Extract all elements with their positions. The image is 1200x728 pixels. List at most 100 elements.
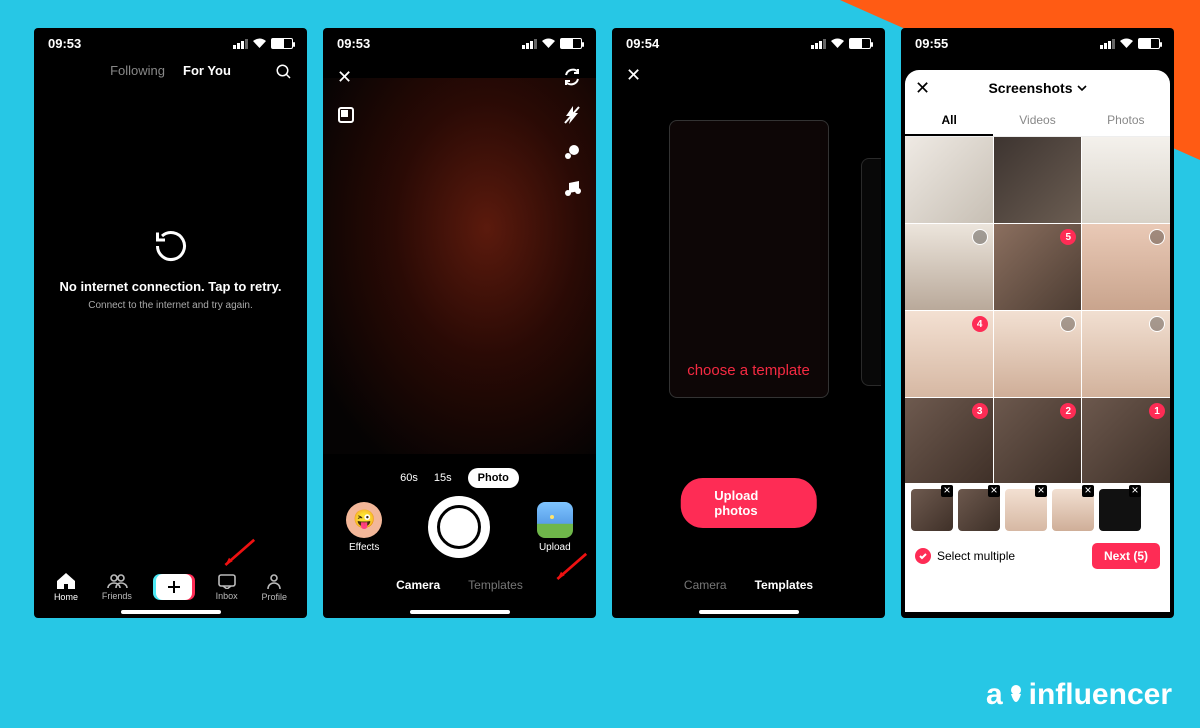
watermark-text: influencer [1029,678,1172,712]
cam-right-col [562,67,582,197]
search-icon[interactable] [275,63,293,84]
music-icon[interactable] [563,179,581,197]
tab-all[interactable]: All [905,106,993,136]
grid-cell[interactable] [905,137,993,223]
retry-block[interactable]: No internet connection. Tap to retry. Co… [34,228,307,311]
selected-chip[interactable] [1099,489,1141,531]
nav-profile[interactable]: Profile [262,572,288,602]
next-button[interactable]: Next (5) [1092,543,1160,569]
selected-chip[interactable] [958,489,1000,531]
grid-cell[interactable] [1082,311,1170,397]
status-icons [233,38,293,49]
selected-chip[interactable] [911,489,953,531]
upload-photos-button[interactable]: Upload photos [680,478,817,528]
cam-left-col: ✕ [337,67,355,124]
effects-label: Effects [349,542,379,553]
grid-cell[interactable]: 3 [905,398,993,483]
dur-60s[interactable]: 60s [400,472,418,484]
flash-icon[interactable] [563,105,581,125]
mode-row: Camera Templates [323,578,596,592]
grid-cell[interactable] [1082,224,1170,310]
dur-photo[interactable]: Photo [468,468,519,488]
nav-home[interactable]: Home [54,572,78,602]
nav-friends[interactable]: Friends [102,573,132,601]
phone-3: 09:54 ✕ choose a template Upload photos … [612,28,885,618]
flip-icon[interactable] [562,67,582,87]
nav-profile-label: Profile [262,592,288,602]
select-circle[interactable] [1060,316,1076,332]
grid-cell[interactable]: 2 [994,398,1082,483]
mode-camera[interactable]: Camera [684,578,727,592]
close-icon[interactable]: ✕ [915,78,930,99]
close-icon[interactable]: ✕ [626,65,641,85]
phone-1: 09:53 Following For You No internet conn… [34,28,307,618]
select-circle[interactable] [1149,229,1165,245]
selected-chip[interactable] [1052,489,1094,531]
grid-cell[interactable] [905,224,993,310]
select-circle[interactable] [1149,316,1165,332]
grid-cell[interactable] [994,311,1082,397]
select-badge[interactable]: 4 [972,316,988,332]
album-title-label: Screenshots [988,80,1072,96]
nav-home-label: Home [54,592,78,602]
selection-footer: Select multiple Next (5) [905,537,1170,571]
signal-icon [522,39,537,49]
album-selector[interactable]: Screenshots [988,80,1086,96]
selected-chip[interactable] [1005,489,1047,531]
retry-icon [153,228,189,264]
select-badge[interactable]: 3 [972,403,988,419]
camera-top-controls: ✕ [323,55,596,209]
battery-icon [1138,38,1160,49]
upload-button[interactable]: Upload [537,502,573,553]
close-icon[interactable]: ✕ [337,67,355,88]
home-indicator [699,610,799,614]
tab-for-you[interactable]: For You [183,63,231,78]
inbox-icon [217,573,237,589]
mode-templates[interactable]: Templates [755,578,813,592]
grid-cell[interactable]: 1 [1082,398,1170,483]
select-badge[interactable]: 1 [1149,403,1165,419]
mode-camera[interactable]: Camera [396,578,440,592]
shutter-button[interactable] [428,496,490,558]
select-badge[interactable]: 5 [1060,229,1076,245]
home-indicator [410,610,510,614]
check-icon [915,548,931,564]
battery-icon [560,38,582,49]
template-preview[interactable]: choose a template [669,120,829,398]
signal-icon [1100,39,1115,49]
status-icons [522,38,582,49]
grid-cell[interactable]: 4 [905,311,993,397]
chevron-down-icon [1077,83,1087,93]
upload-label: Upload [539,542,571,553]
dur-15s[interactable]: 15s [434,472,452,484]
select-badge[interactable]: 2 [1060,403,1076,419]
retry-sub: Connect to the internet and try again. [34,300,307,311]
format-icon[interactable] [337,106,355,124]
photo-grid: 5 4 3 2 1 [905,137,1170,483]
template-next-peek[interactable] [861,158,881,386]
effects-icon: 😜 [346,502,382,538]
home-icon [56,572,76,590]
select-circle[interactable] [972,229,988,245]
tab-videos[interactable]: Videos [993,106,1081,136]
bottom-nav: Home Friends Inbox Profile [34,568,307,608]
nav-inbox[interactable]: Inbox [216,573,238,601]
filters-icon[interactable] [562,143,582,161]
grid-cell[interactable] [1082,137,1170,223]
tab-photos[interactable]: Photos [1082,106,1170,136]
grid-cell[interactable]: 5 [994,224,1082,310]
grid-cell[interactable] [994,137,1082,223]
wifi-icon [830,38,845,49]
wifi-icon [541,38,556,49]
mode-templates[interactable]: Templates [468,578,523,592]
tab-following[interactable]: Following [110,63,165,78]
create-button[interactable] [156,574,192,600]
status-time: 09:55 [915,36,948,51]
status-time: 09:53 [337,36,370,51]
wifi-icon [252,38,267,49]
logo-icon [1005,682,1027,708]
status-icons [1100,38,1160,49]
select-multiple-toggle[interactable]: Select multiple [915,548,1015,564]
selection-strip [905,483,1170,537]
effects-button[interactable]: 😜 Effects [346,502,382,553]
